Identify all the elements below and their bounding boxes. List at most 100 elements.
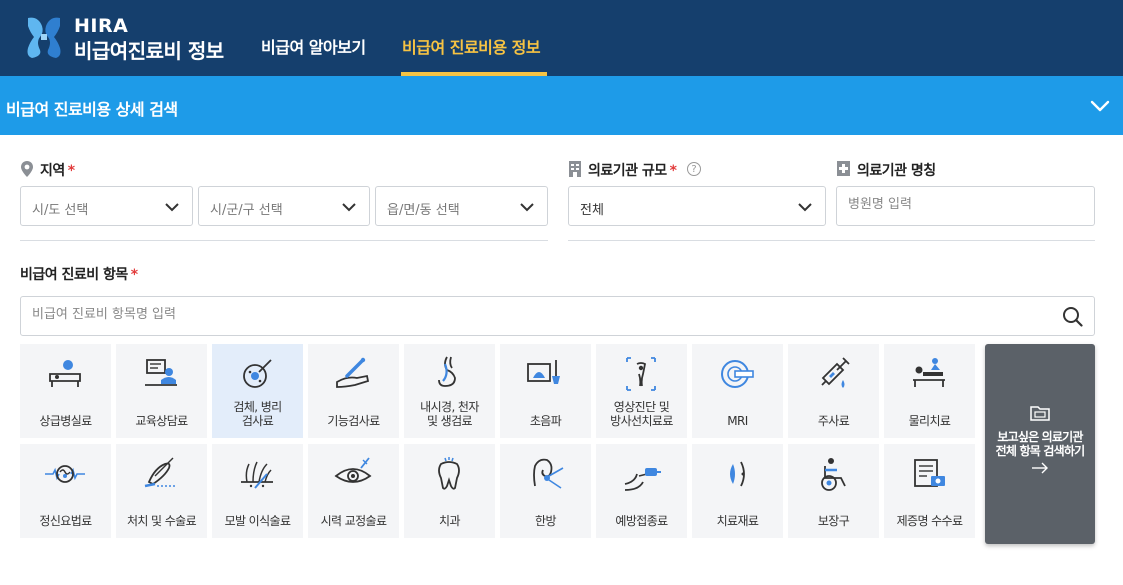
item-search-input[interactable] (32, 307, 1032, 322)
category-tile-ward-fee[interactable]: 상급병실료 (20, 344, 111, 438)
certificate-icon (914, 459, 945, 487)
brand-name: HIRA (74, 15, 129, 37)
city-select-value: 시/군/구 선택 (210, 203, 283, 218)
ultrasound-icon (527, 360, 560, 384)
category-tile-surgery[interactable]: 처치 및 수술료 (116, 444, 207, 538)
nav-item-about[interactable]: 비급여 알아보기 (261, 34, 366, 58)
category-tile-ultrasound[interactable]: 초음파 (500, 344, 591, 438)
search-all-items-label: 보고싶은 의료기관 전체 항목 검색하기 (995, 430, 1085, 458)
radiology-icon (626, 357, 656, 391)
category-tile-vaccination[interactable]: 예방접종료 (596, 444, 687, 538)
region-divider (20, 240, 548, 241)
help-circle-icon[interactable]: ? (687, 162, 701, 176)
mri-icon (721, 360, 754, 388)
function-test-icon (336, 357, 370, 388)
category-label: 주사료 (817, 414, 850, 428)
category-tile-pathology[interactable]: 검체, 병리 검사료 (212, 344, 303, 438)
institution-name-label: 의료기관 명칭 (857, 163, 936, 179)
institution-divider (568, 240, 1095, 241)
city-select[interactable]: 시/군/구 선택 (198, 186, 370, 226)
category-label: 예방접종료 (615, 514, 668, 528)
counseling-icon (145, 359, 177, 386)
chevron-down-icon (342, 203, 356, 212)
category-tile-assistive-device[interactable]: 보장구 (788, 444, 879, 538)
chevron-down-icon[interactable] (1089, 95, 1111, 117)
category-tile-certificate-fee[interactable]: 제증명 수수료 (884, 444, 975, 538)
category-tile-counseling[interactable]: 교육상담료 (116, 344, 207, 438)
category-label: 한방 (535, 514, 556, 528)
category-label: 기능검사료 (327, 414, 380, 428)
category-tile-hair-transplant[interactable]: 모발 이식술료 (212, 444, 303, 538)
surgery-icon (144, 457, 177, 488)
region-label: 지역 * (40, 163, 75, 179)
institution-scale-label: 의료기관 규모 * (588, 163, 677, 179)
brand-subtitle: 비급여진료비 정보 (74, 39, 224, 63)
category-label: 내시경, 천자 및 생검료 (420, 400, 479, 428)
category-label: 치과 (439, 514, 460, 528)
hira-logo-icon[interactable] (24, 12, 64, 62)
category-label: 제증명 수수료 (896, 514, 963, 528)
building-icon (569, 161, 581, 177)
category-label: 처치 및 수술료 (126, 514, 197, 528)
category-tile-treatment-material[interactable]: 치료재료 (692, 444, 783, 538)
hair-transplant-icon (241, 461, 273, 489)
search-all-items-button[interactable]: 보고싶은 의료기관 전체 항목 검색하기 (985, 344, 1095, 544)
institution-name-field[interactable] (836, 186, 1095, 226)
vaccine-icon (624, 468, 661, 491)
pathology-icon (243, 359, 272, 388)
category-tile-vision-correction[interactable]: 시력 교정술료 (308, 444, 399, 538)
category-label: MRI (727, 414, 748, 428)
chevron-down-icon (165, 203, 179, 212)
category-label: 모발 이식술료 (224, 514, 291, 528)
hospital-icon (837, 161, 850, 176)
town-select[interactable]: 읍/면/동 선택 (375, 186, 548, 226)
category-label: 치료재료 (716, 514, 759, 528)
endoscope-icon (438, 356, 456, 387)
category-tile-psychotherapy[interactable]: 정신요법료 (20, 444, 111, 538)
treatment-material-icon (730, 461, 745, 487)
category-tile-function-test[interactable]: 기능검사료 (308, 344, 399, 438)
syringe-icon (821, 357, 850, 388)
town-select-value: 읍/면/동 선택 (387, 203, 460, 218)
category-label: 물리치료 (908, 414, 951, 428)
institution-name-input[interactable] (848, 197, 1078, 212)
category-label: 검체, 병리 검사료 (233, 400, 282, 428)
category-label: 교육상담료 (135, 414, 188, 428)
search-icon[interactable] (1062, 306, 1083, 327)
category-tile-oriental-medicine[interactable]: 한방 (500, 444, 591, 538)
category-label: 영상진단 및 방사선치료료 (610, 400, 673, 428)
folder-icon (1030, 406, 1050, 421)
category-tile-endoscopy[interactable]: 내시경, 천자 및 생검료 (404, 344, 495, 438)
category-label: 초음파 (529, 414, 562, 428)
eye-icon (334, 457, 372, 483)
item-search-field[interactable] (20, 296, 1095, 336)
acupuncture-icon (533, 458, 564, 489)
tooth-icon (438, 457, 460, 490)
required-mark: * (130, 267, 138, 283)
physical-therapy-icon (913, 358, 945, 387)
category-tile-mri[interactable]: MRI (692, 344, 783, 438)
province-select-value: 시/도 선택 (32, 203, 89, 218)
category-tile-dental[interactable]: 치과 (404, 444, 495, 538)
category-label: 시력 교정술료 (320, 514, 387, 528)
province-select[interactable]: 시/도 선택 (20, 186, 193, 226)
nav-item-cost-info[interactable]: 비급여 진료비용 정보 (402, 34, 541, 58)
category-tile-physical-therapy[interactable]: 물리치료 (884, 344, 975, 438)
category-tile-injection[interactable]: 주사료 (788, 344, 879, 438)
item-label: 비급여 진료비 항목 * (20, 267, 138, 283)
search-panel-title: 비급여 진료비용 상세 검색 (6, 100, 178, 119)
category-label: 정신요법료 (39, 514, 92, 528)
required-mark: * (67, 163, 75, 179)
brain-icon (45, 465, 85, 483)
category-label: 보장구 (817, 514, 850, 528)
search-panel-header[interactable]: 비급여 진료비용 상세 검색 (0, 76, 1123, 135)
chevron-down-icon (798, 203, 812, 212)
site-header: HIRA 비급여진료비 정보 비급여 알아보기 비급여 진료비용 정보 (0, 0, 1123, 76)
institution-scale-select[interactable]: 전체 (568, 186, 826, 226)
map-pin-icon (21, 161, 33, 177)
institution-scale-value: 전체 (580, 203, 604, 218)
wheelchair-icon (821, 458, 846, 491)
category-tile-radiology[interactable]: 영상진단 및 방사선치료료 (596, 344, 687, 438)
hospital-bed-icon (49, 360, 81, 387)
arrow-right-icon (1032, 462, 1048, 474)
